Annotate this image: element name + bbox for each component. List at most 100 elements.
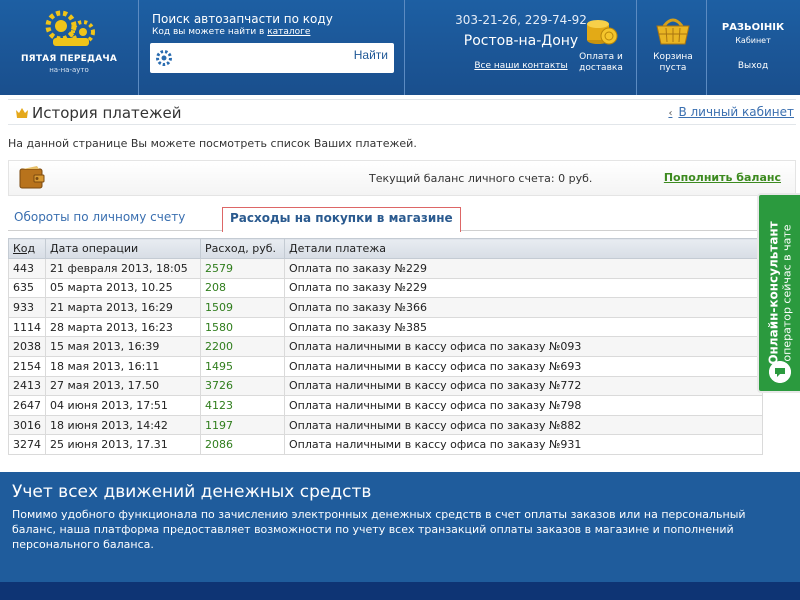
chevron-left-icon: ‹ [668,108,673,119]
payment-label-1: Оплата и [579,52,623,62]
chat-title: Онлайн-консультант [766,221,780,365]
header: ПЯТАЯ ПЕРЕДАЧА на-на-ауто Поиск автозапч… [0,0,800,95]
cell-code: 2647 [8,395,46,416]
cell-code: 635 [8,277,46,299]
column-header-code[interactable]: Код [8,238,46,259]
logo-name: ПЯТАЯ ПЕРЕДАЧА [20,54,118,64]
cell-date: 21 февраля 2013, 18:05 [45,258,201,279]
coins-icon [587,20,618,45]
column-header-details: Детали платежа [284,238,763,259]
banner-text: Помимо удобного функционала по зачислени… [12,508,746,551]
cell-amount: 208 [200,277,285,299]
online-consultant-widget[interactable]: Онлайн-консультант оператор сейчас в чат… [757,193,800,393]
cell-code: 3016 [8,414,46,436]
page-title-bar: История платежей ‹ В личный кабинет [8,99,796,125]
catalog-link[interactable]: каталоге [267,27,310,37]
cell-date: 28 марта 2013, 16:23 [45,316,201,338]
table-row: 635 05 марта 2013, 10.25 208 Оплата по зака… [8,277,763,299]
cell-code: 2038 [8,336,46,357]
table-row: 933 21 марта 2013, 16:29 1509 Оплата по зак… [8,297,763,318]
chat-bubble-icon [769,361,791,383]
payment-label-2: доставка [579,63,623,73]
user-name[interactable]: РАЗЬОІНІК [706,22,800,33]
personal-cabinet-link[interactable]: ‹ В личный кабинет [668,105,794,119]
banner-bottom-strip [0,582,800,600]
payment-delivery-label: Оплата и доставка [566,52,636,74]
balance-bar: Текущий баланс личного счета: 0 руб. Поп… [8,160,796,196]
cart-button[interactable]: Корзина пуста [640,0,706,95]
payments-table: Код Дата операции Расход, руб. Детали пл… [8,238,763,455]
cell-details: Оплата наличными в кассу офиса по заказу… [284,375,763,397]
logout-button[interactable]: Выход [706,61,800,71]
table-row: 3016 18 июня 2013, 14:42 1197 Оплата наличн… [8,414,763,436]
feature-banner: Учет всех движений денежных средств Поми… [0,472,800,600]
page-description: На данной странице Вы можете посмотреть … [8,137,417,150]
cart-label: Корзина пуста [640,52,706,74]
crown-icon [16,108,28,118]
search-box: Найти [150,43,394,73]
cell-date: 25 июня 2013, 17.31 [45,434,201,455]
wallet-icon [19,166,45,189]
search-title: Поиск автозапчасти по коду [152,12,333,26]
cell-details: Оплата по заказу №385 [284,316,763,338]
personal-cabinet-link-text[interactable]: В личный кабинет [678,105,794,119]
cell-date: 27 мая 2013, 17.50 [45,375,201,397]
chat-status: оператор сейчас в чате [780,224,793,362]
cell-code: 443 [8,258,46,279]
cart-label-2: пуста [659,63,687,73]
cell-amount: 1580 [200,316,285,338]
cell-date: 05 марта 2013, 10.25 [45,277,201,299]
cell-code: 1114 [8,316,46,338]
cell-details: Оплата по заказу №229 [284,277,763,299]
cell-code: 2413 [8,375,46,397]
user-cabinet-link[interactable]: Кабинет [706,36,800,45]
table-row: 2038 15 мая 2013, 16:39 2200 Оплата наличны… [8,336,763,357]
search-hint-text: Код вы можете найти в [152,27,268,37]
header-divider [404,0,405,95]
table-header-row: Код Дата операции Расход, руб. Детали пл… [8,238,763,259]
cell-amount: 1509 [200,297,285,318]
table-row: 2647 04 июня 2013, 17:51 4123 Оплата наличн… [8,395,763,416]
table-row: 1114 28 марта 2013, 16:23 1580 Оплата по за… [8,316,763,338]
cell-amount: 2200 [200,336,285,357]
tab-store-purchases[interactable]: Расходы на покупки в магазине [222,207,461,232]
cell-amount: 1197 [200,414,285,436]
cell-details: Оплата наличными в кассу офиса по заказу… [284,336,763,357]
table-row: 2413 27 мая 2013, 17.50 3726 Оплата наличны… [8,375,763,397]
search-input[interactable] [180,47,330,69]
tab-account-turnover[interactable]: Обороты по личному счету [14,210,185,224]
cell-amount: 1495 [200,355,285,377]
cell-date: 04 июня 2013, 17:51 [45,395,201,416]
cell-code: 3274 [8,434,46,455]
cell-details: Оплата по заказу №366 [284,297,763,318]
cell-amount: 4123 [200,395,285,416]
cell-details: Оплата наличными в кассу офиса по заказу… [284,355,763,377]
topup-balance-link[interactable]: Пополнить баланс [664,171,781,184]
tabs: Обороты по личному счету Расходы на поку… [8,207,796,232]
payment-delivery-button[interactable]: Оплата и доставка [566,0,636,95]
cart-label-1: Корзина [653,52,693,62]
search-button[interactable]: Найти [354,48,388,62]
cell-code: 933 [8,297,46,318]
logo[interactable]: ПЯТАЯ ПЕРЕДАЧА на-на-ауто [0,0,138,95]
header-divider [138,0,139,95]
basket-icon [656,18,690,45]
cell-amount: 2579 [200,258,285,279]
cell-details: Оплата по заказу №229 [284,258,763,279]
page: ПЯТАЯ ПЕРЕДАЧА на-на-ауто Поиск автозапч… [0,0,800,600]
column-header-date: Дата операции [45,238,201,259]
cell-date: 15 мая 2013, 16:39 [45,336,201,357]
cell-amount: 3726 [200,375,285,397]
cell-details: Оплата наличными в кассу офиса по заказу… [284,414,763,436]
balance-text: Текущий баланс личного счета: 0 руб. [369,172,593,185]
cell-details: Оплата наличными в кассу офиса по заказу… [284,434,763,455]
cell-date: 18 июня 2013, 14:42 [45,414,201,436]
page-title: История платежей [32,104,182,122]
cell-date: 21 марта 2013, 16:29 [45,297,201,318]
cell-details: Оплата наличными в кассу офиса по заказу… [284,395,763,416]
cell-code: 2154 [8,355,46,377]
cell-amount: 2086 [200,434,285,455]
logo-tagline: на-на-ауто [49,66,89,74]
chat-text: Онлайн-консультант оператор сейчас в чат… [766,221,793,364]
table-row: 2154 18 мая 2013, 16:11 1495 Оплата наличны… [8,355,763,377]
